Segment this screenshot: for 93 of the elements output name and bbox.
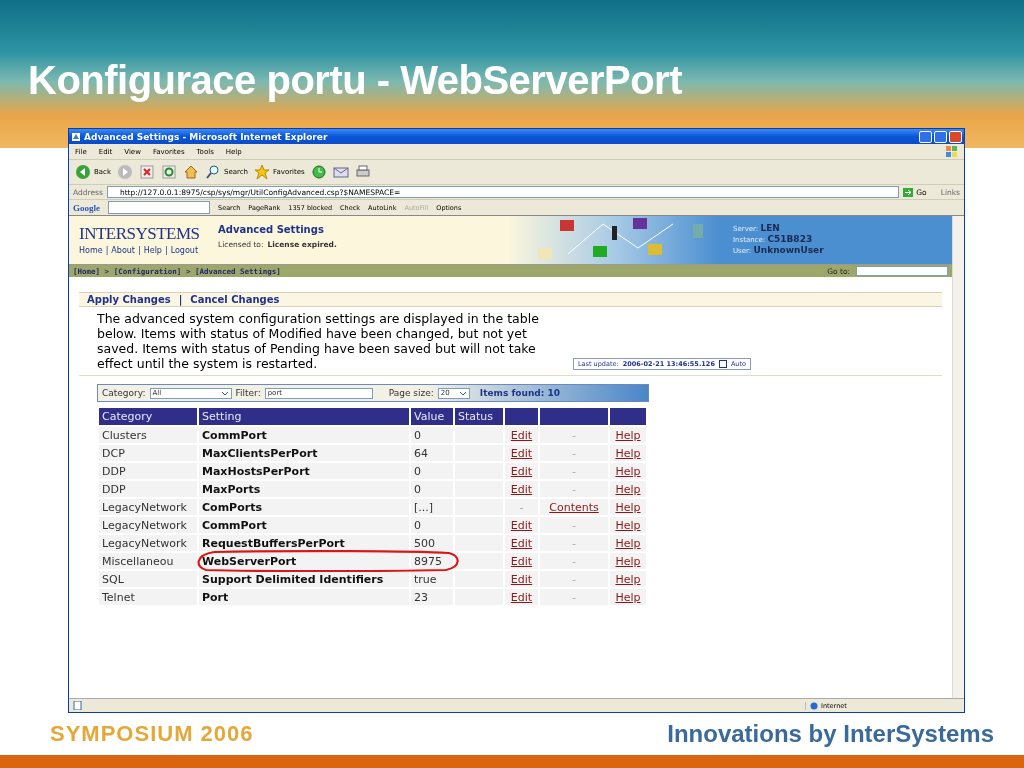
table-cell: MaxHostsPerPort bbox=[199, 463, 409, 479]
dash-text: - bbox=[572, 428, 576, 442]
scrollbar[interactable] bbox=[952, 216, 964, 698]
nav-link[interactable]: About bbox=[111, 246, 135, 255]
search-icon bbox=[205, 164, 221, 180]
back-icon bbox=[75, 164, 91, 180]
table-cell: SQL bbox=[99, 571, 197, 587]
dash-text: - bbox=[572, 482, 576, 496]
windows-flag-icon[interactable] bbox=[946, 146, 958, 157]
close-button[interactable] bbox=[949, 130, 962, 143]
nav-link[interactable]: Help bbox=[143, 246, 162, 255]
tagline-logo: Innovations by InterSystems bbox=[667, 720, 994, 748]
dash-text: - bbox=[572, 536, 576, 550]
goto-dropdown[interactable] bbox=[856, 266, 948, 276]
column-header: Value bbox=[411, 408, 453, 425]
table-cell: RequestBuffersPerPort bbox=[199, 535, 409, 551]
separator: | bbox=[138, 246, 141, 255]
table-cell: 0 bbox=[411, 481, 453, 497]
table-cell: 500 bbox=[411, 535, 453, 551]
stop-icon[interactable] bbox=[139, 164, 155, 180]
info-value: LEN bbox=[760, 223, 780, 233]
browser-icon[interactable] bbox=[71, 131, 81, 142]
separator: | bbox=[105, 246, 109, 255]
table-cell: [...] bbox=[411, 499, 453, 515]
column-header: Status bbox=[455, 408, 503, 425]
table-cell: Port bbox=[199, 589, 409, 605]
table-cell: CommPort bbox=[199, 427, 409, 443]
items-found: Items found: 10 bbox=[479, 388, 561, 398]
dash-text: - bbox=[572, 554, 576, 568]
dash-text: - bbox=[572, 590, 576, 604]
caret-icon[interactable] bbox=[458, 389, 467, 397]
table-cell: 64 bbox=[411, 445, 453, 461]
window-title: Advanced Settings - Microsoft Internet Explorer bbox=[84, 131, 328, 142]
table-cell: 0 bbox=[411, 427, 453, 443]
table-cell: DDP bbox=[99, 481, 197, 497]
info-value: C51B823 bbox=[767, 234, 813, 244]
page-heading: Advanced Settings bbox=[218, 224, 325, 235]
description-text: The advanced system configuration settings are displayed in the table below. Items with status of Modified have been changed, but not yet saved. Items with status of Pending have been saved but will not take effect until the system is restarted. bbox=[97, 311, 540, 371]
table-cell: CommPort bbox=[199, 517, 409, 533]
symposium-logo: SYMPOSIUM 2006 bbox=[50, 721, 254, 747]
slide-title: Konfigurace portu - WebServerPort bbox=[28, 58, 682, 103]
column-header bbox=[505, 408, 538, 425]
table-cell: Miscellaneou bbox=[99, 553, 197, 569]
table-cell: DDP bbox=[99, 463, 197, 479]
dash-text: - bbox=[572, 518, 576, 532]
printer-icon[interactable] bbox=[354, 164, 371, 180]
separator: | bbox=[178, 294, 183, 305]
home-icon[interactable] bbox=[183, 164, 199, 180]
nav-link[interactable]: Home bbox=[79, 246, 103, 255]
column-header bbox=[540, 408, 608, 425]
table-cell bbox=[455, 553, 503, 569]
table-cell: DCP bbox=[99, 445, 197, 461]
table-cell: Clusters bbox=[99, 427, 197, 443]
minimize-button[interactable] bbox=[919, 130, 932, 143]
table-cell: MaxClientsPerPort bbox=[199, 445, 409, 461]
caret-icon[interactable] bbox=[220, 389, 229, 397]
dash-text: - bbox=[572, 446, 576, 460]
dash-text: - bbox=[519, 500, 524, 514]
table-cell: MaxPorts bbox=[199, 481, 409, 497]
page-icon[interactable] bbox=[73, 701, 82, 710]
globe-icon[interactable] bbox=[810, 701, 818, 710]
table-cell: 0 bbox=[411, 517, 453, 533]
info-value: UnknownUser bbox=[753, 245, 824, 255]
dash-text: - bbox=[572, 464, 576, 478]
action-link[interactable]: Apply Changes bbox=[87, 294, 171, 305]
maximize-button[interactable] bbox=[934, 130, 947, 143]
star-icon bbox=[254, 164, 271, 180]
page-size-label: Page size: bbox=[388, 388, 434, 398]
table-cell: 8975 bbox=[411, 553, 453, 569]
dash-text: - bbox=[572, 572, 576, 586]
column-header bbox=[610, 408, 646, 425]
table-cell: Telnet bbox=[99, 589, 197, 605]
action-link[interactable]: Cancel Changes bbox=[190, 294, 280, 305]
category-label: Category: bbox=[102, 388, 146, 398]
column-header: Setting bbox=[199, 408, 409, 425]
table-cell: LegacyNetwork bbox=[99, 535, 197, 551]
refresh-icon[interactable] bbox=[161, 164, 177, 180]
separator: | bbox=[164, 246, 168, 255]
column-header: Category bbox=[99, 408, 197, 425]
table-cell: LegacyNetwork bbox=[99, 517, 197, 533]
filter-label: Filter: bbox=[235, 388, 261, 398]
table-cell: 0 bbox=[411, 463, 453, 479]
table-cell: ComPorts bbox=[199, 499, 409, 515]
table-cell: true bbox=[411, 571, 453, 587]
auto-checkbox[interactable] bbox=[718, 360, 727, 368]
google-logo[interactable]: Google bbox=[73, 202, 100, 213]
table-cell: 23 bbox=[411, 589, 453, 605]
google-search-field[interactable] bbox=[108, 201, 210, 214]
clock-icon[interactable] bbox=[310, 164, 327, 180]
company-logo: INTERSYSTEMS bbox=[79, 223, 200, 245]
nav-link[interactable]: Logout bbox=[170, 246, 199, 255]
envelope-icon[interactable] bbox=[332, 164, 349, 180]
table-cell: LegacyNetwork bbox=[99, 499, 197, 515]
